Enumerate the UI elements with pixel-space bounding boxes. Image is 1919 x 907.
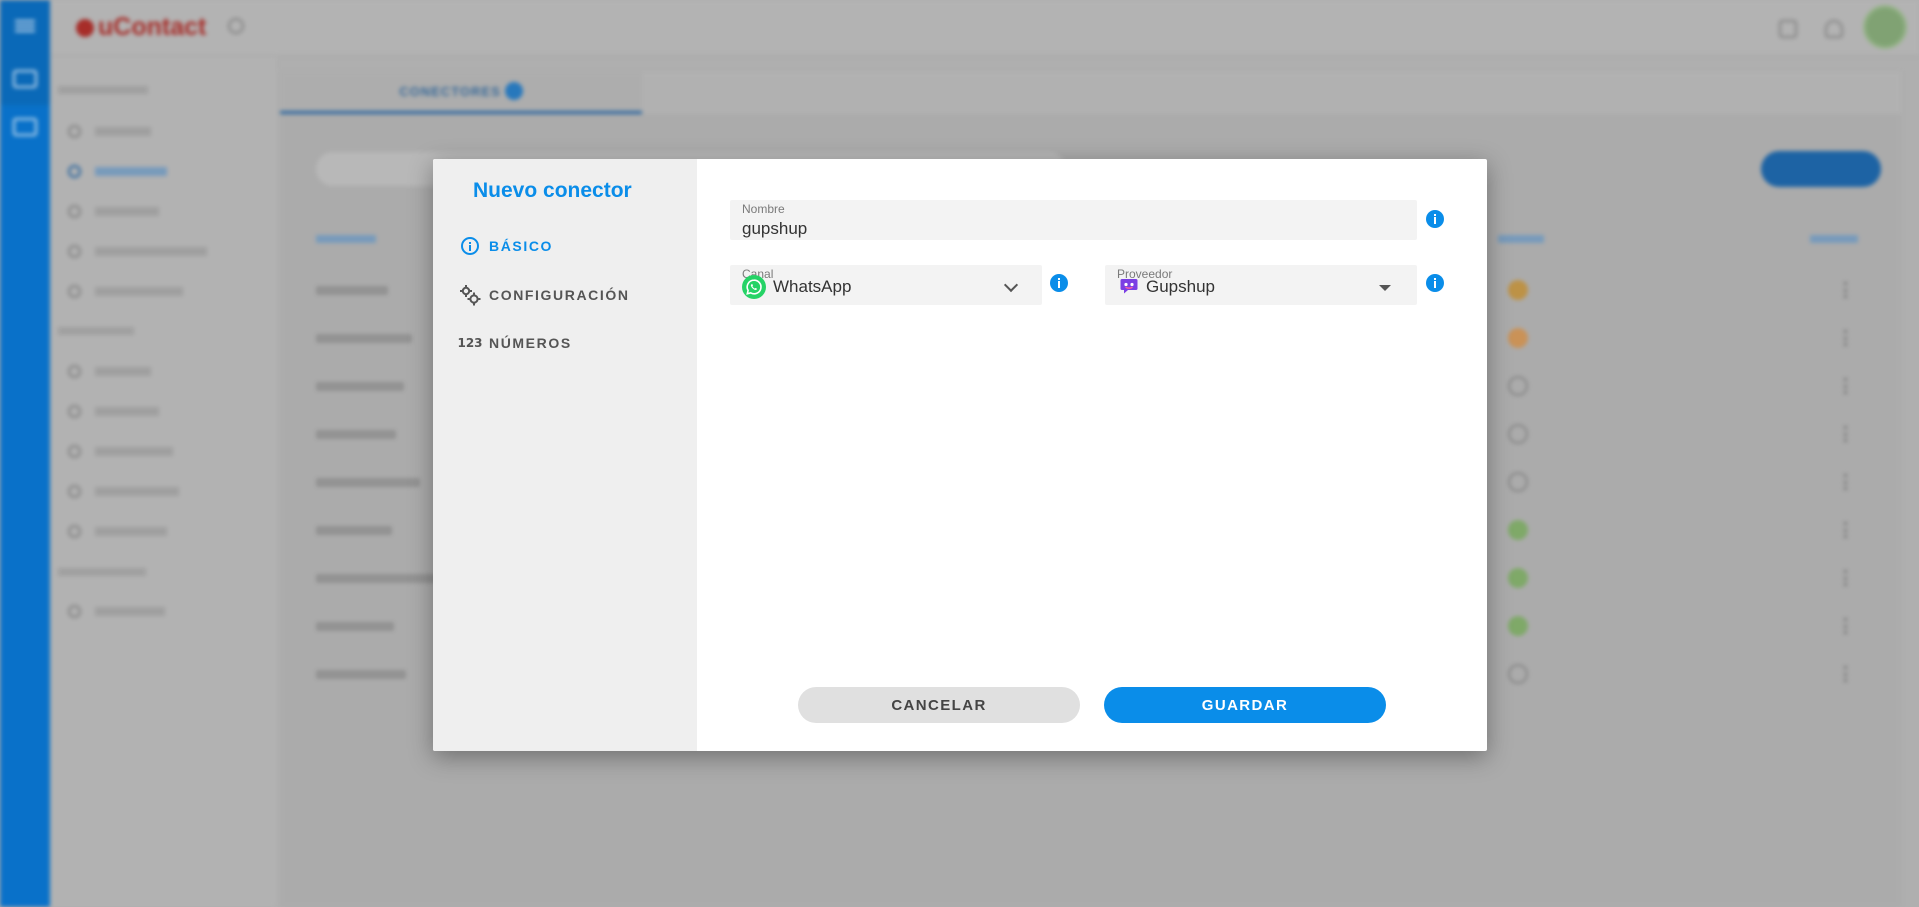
caret-down-icon [1379,285,1391,291]
canal-value: WhatsApp [773,277,852,296]
proveedor-value: Gupshup [1146,277,1215,296]
step-label: CONFIGURACIÓN [489,287,630,303]
canal-select[interactable]: Canal WhatsApp [730,265,1042,305]
nombre-input[interactable] [730,200,1417,240]
whatsapp-icon [742,275,766,299]
step-label: BÁSICO [489,238,554,254]
gupshup-icon [1119,276,1139,296]
info-icon[interactable] [1426,210,1444,228]
save-button[interactable]: GUARDAR [1104,687,1386,723]
numbers-icon: 123 [457,336,483,350]
step-label: NÚMEROS [489,335,572,351]
step-basico[interactable]: BÁSICO [459,234,553,258]
info-icon[interactable] [1050,274,1068,292]
dialog-steps-panel: Nuevo conector BÁSICO CONFIGURACIÓN 123 … [433,159,697,751]
step-numeros[interactable]: 123 NÚMEROS [457,331,572,355]
dialog-title: Nuevo conector [473,179,632,202]
chevron-down-icon [1003,277,1019,293]
new-connector-dialog: Nuevo conector BÁSICO CONFIGURACIÓN 123 … [433,159,1487,751]
info-icon[interactable] [1426,274,1444,292]
nombre-field[interactable]: Nombre [730,200,1417,240]
info-circle-icon [459,235,481,257]
step-configuracion[interactable]: CONFIGURACIÓN [459,283,630,307]
cancel-button[interactable]: CANCELAR [798,687,1080,723]
proveedor-select[interactable]: Proveedor Gupshup [1105,265,1417,305]
gears-icon [459,284,481,306]
dialog-form: Nombre Canal WhatsApp Proveedor [697,159,1487,751]
